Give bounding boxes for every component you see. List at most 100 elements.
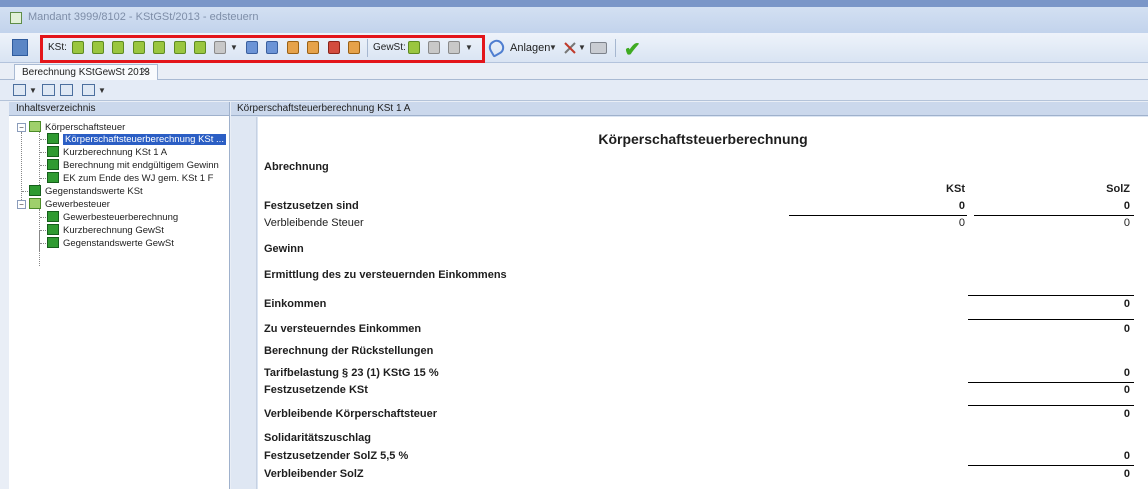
- tree-line: [40, 139, 46, 140]
- preview-dropdown-icon[interactable]: ▼: [29, 86, 37, 95]
- export-icon[interactable]: [348, 41, 360, 54]
- kst-tool-1-icon[interactable]: [72, 41, 84, 54]
- tab-strip: Berechnung KStGewSt 2013 ✕: [0, 63, 1148, 80]
- row-verbleibender-solz: Verbleibender SolZ 0: [264, 468, 1130, 480]
- anlagen-dropdown-icon[interactable]: ▼: [549, 43, 557, 52]
- collapse-icon[interactable]: −: [17, 200, 26, 209]
- row-verbleibende-kst: Verbleibende Körperschaftsteuer 0: [264, 408, 1130, 420]
- document-header: Körperschaftsteuerberechnung KSt 1 A: [231, 102, 1148, 116]
- kst-dropdown-icon[interactable]: ▼: [230, 43, 238, 52]
- tree-item-gewerbesteuerberechnung[interactable]: Gewerbesteuerberechnung: [47, 211, 178, 224]
- row-einkommen: Einkommen 0: [264, 298, 1130, 310]
- gewst-document-icon[interactable]: [448, 41, 460, 54]
- row-verbleibende-steuer: Verbleibende Steuer 0 0: [264, 217, 1130, 229]
- kst-tool-2-icon[interactable]: [92, 41, 104, 54]
- upload-icon[interactable]: [307, 41, 319, 54]
- person-icon[interactable]: [287, 41, 299, 54]
- folder-icon: [29, 198, 41, 209]
- collapse-icon[interactable]: −: [17, 123, 26, 132]
- tarifbelastung-value: 0: [1123, 367, 1130, 379]
- folder-icon: [29, 121, 41, 132]
- verbleibende-solz-value: 0: [1123, 217, 1130, 229]
- gewst-dropdown-icon[interactable]: ▼: [465, 43, 473, 52]
- tree-line: [40, 165, 46, 166]
- gewst-tool-2-icon[interactable]: [428, 41, 440, 54]
- tree-item-gegenstandswerte-gewst[interactable]: Gegenstandswerte GewSt: [47, 237, 174, 250]
- gewst-tool-1-icon[interactable]: [408, 41, 420, 54]
- kst-tool-4-icon[interactable]: [133, 41, 145, 54]
- rule-line: [968, 295, 1134, 296]
- kst-tool-6-icon[interactable]: [174, 41, 186, 54]
- zve-value: 0: [1123, 323, 1130, 335]
- verbleibende-kst-value: 0: [958, 217, 965, 229]
- kst-tool-7-icon[interactable]: [194, 41, 206, 54]
- tree-line: [40, 217, 46, 218]
- form-icon[interactable]: [246, 41, 258, 54]
- form-icon: [47, 237, 59, 248]
- calculator-icon[interactable]: [12, 39, 28, 56]
- row-festzusetzende-kst: Festzusetzende KSt 0: [264, 384, 1130, 396]
- checkmark-icon[interactable]: ✔: [624, 37, 641, 62]
- tools-dropdown-icon[interactable]: ▼: [578, 43, 586, 52]
- col-solz-header: SolZ: [1106, 183, 1130, 195]
- toc-header: Inhaltsverzeichnis: [9, 102, 229, 116]
- tree-line: [40, 243, 46, 244]
- tools-icon[interactable]: [563, 41, 577, 55]
- toc-panel: Inhaltsverzeichnis − Körperschaftsteuer …: [9, 102, 230, 489]
- tree-item-berechnung-endg[interactable]: Berechnung mit endgültigem Gewinn: [47, 159, 219, 172]
- tree-line: [22, 191, 28, 192]
- secondary-toolbar: ▼ ▼: [0, 80, 1148, 101]
- paperclip-icon[interactable]: [486, 37, 507, 58]
- tree-item-ek-ende[interactable]: EK zum Ende des WJ gem. KSt 1 F: [47, 172, 213, 185]
- printer-icon[interactable]: [590, 42, 607, 54]
- gewst-label: GewSt:: [373, 42, 406, 53]
- column-headers: KSt SolZ: [258, 183, 1148, 197]
- form-icon: [47, 146, 59, 157]
- rule-line: [974, 215, 1134, 216]
- kst-document-icon[interactable]: [214, 41, 226, 54]
- print-settings-icon[interactable]: [60, 84, 73, 96]
- form-icon: [47, 133, 59, 144]
- preview-icon[interactable]: [13, 84, 26, 96]
- tree-item-kurzberechnung-gewst[interactable]: Kurzberechnung GewSt: [47, 224, 164, 237]
- form-icon: [47, 224, 59, 235]
- form-icon: [29, 185, 41, 196]
- kst-tool-3-icon[interactable]: [112, 41, 124, 54]
- anlagen-button[interactable]: Anlagen: [510, 42, 550, 54]
- print-icon[interactable]: [42, 84, 55, 96]
- app-icon: [10, 12, 22, 24]
- document-panel: Körperschaftsteuerberechnung KSt 1 A Kör…: [231, 102, 1148, 489]
- main-toolbar: KSt: ▼ GewSt: ▼ Anlagen ▼ ▼ ✔: [0, 33, 1148, 63]
- toolbar-separator: [367, 39, 368, 57]
- lock-icon[interactable]: [328, 41, 340, 54]
- document-page: Körperschaftsteuerberechnung Abrechnung …: [258, 117, 1148, 489]
- section-ermittlung: Ermittlung des zu versteuernden Einkomme…: [264, 269, 507, 281]
- rule-line: [968, 319, 1134, 320]
- toolbar-separator: [615, 39, 616, 57]
- tree-line: [40, 152, 46, 153]
- section-abrechnung: Abrechnung: [264, 161, 329, 173]
- rule-line: [968, 405, 1134, 406]
- tree-line: [40, 178, 46, 179]
- kst-tool-5-icon[interactable]: [153, 41, 165, 54]
- row-tarifbelastung: Tarifbelastung § 23 (1) KStG 15 % 0: [264, 367, 1130, 379]
- close-icon[interactable]: ✕: [141, 66, 149, 77]
- section-gewinn: Gewinn: [264, 243, 304, 255]
- window-titlebar: Mandant 3999/8102 - KStGSt/2013 - edsteu…: [0, 0, 1148, 33]
- book-icon[interactable]: [266, 41, 278, 54]
- tree-item-kurzberechnung-kst[interactable]: Kurzberechnung KSt 1 A: [47, 146, 167, 159]
- window-title: Mandant 3999/8102 - KStGSt/2013 - edsteu…: [28, 11, 259, 23]
- document-gutter: [231, 117, 257, 489]
- festzusetzen-kst-value: 0: [958, 200, 965, 212]
- festzusetzender-solz-value: 0: [1123, 450, 1130, 462]
- tab-berechnung[interactable]: Berechnung KStGewSt 2013 ✕: [14, 64, 158, 80]
- export-doc-icon[interactable]: [82, 84, 95, 96]
- col-kst-header: KSt: [946, 183, 965, 195]
- tree-line: [40, 230, 46, 231]
- tree-item-gegenstandswerte-kst[interactable]: Gegenstandswerte KSt: [29, 185, 143, 198]
- form-icon: [47, 211, 59, 222]
- tree-item-koerperschaftsteuerberechnung[interactable]: Körperschaftsteuerberechnung KSt ...: [47, 133, 226, 146]
- tree-item-gewerbesteuer[interactable]: Gewerbesteuer: [29, 198, 110, 211]
- verbleibender-solz-value: 0: [1123, 468, 1130, 480]
- export-dropdown-icon[interactable]: ▼: [98, 86, 106, 95]
